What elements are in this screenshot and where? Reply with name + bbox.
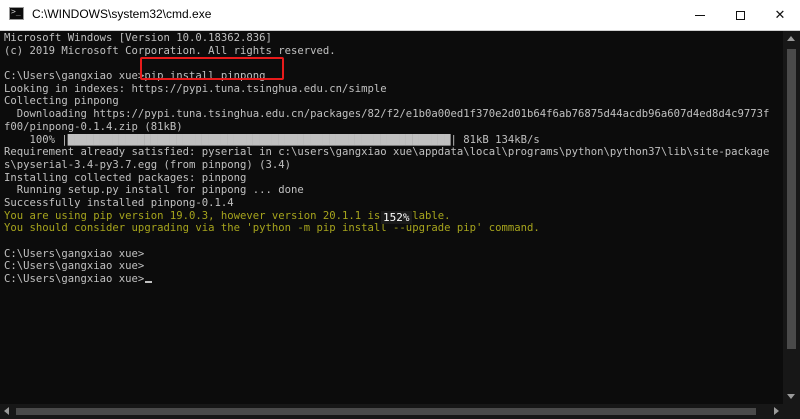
console-line: Successfully installed pinpong-0.1.4 [4,196,234,209]
console-line: Downloading https://pypi.tuna.tsinghua.e… [4,108,770,121]
prompt-line: C:\Users\gangxiao xue> [4,247,145,260]
console-line: Collecting pinpong [4,95,119,108]
maximize-button[interactable] [720,0,760,30]
text-cursor [145,281,153,284]
close-icon: ✕ [774,7,786,23]
scroll-down-icon[interactable] [787,394,795,399]
pip-warning-line: You should consider upgrading via the 'p… [4,222,540,235]
active-prompt-text: C:\Users\gangxiao xue> [4,273,145,286]
close-button[interactable]: ✕ [760,0,800,30]
console-line: Microsoft Windows [Version 10.0.18362.83… [4,32,272,44]
console-line: Requirement already satisfied: pyserial … [4,146,770,159]
console-line: s\pyserial-3.4-py3.7.egg (from pinpong) … [4,158,292,171]
minimize-icon [695,14,705,16]
horizontal-scroll-thumb[interactable] [16,408,756,415]
scroll-left-icon[interactable] [4,407,9,415]
horizontal-scrollbar[interactable] [0,404,783,419]
console-line: Installing collected packages: pinpong [4,171,247,184]
scroll-right-icon[interactable] [774,407,779,415]
maximize-icon [735,10,745,20]
command-line: C:\Users\gangxiao xue>pip install pinpon… [4,70,266,83]
vertical-scrollbar[interactable] [783,31,800,404]
cmd-window: C:\WINDOWS\system32\cmd.exe ✕ Microsoft … [0,0,800,419]
console-line: f00/pinpong-0.1.4.zip (81kB) [4,120,183,133]
active-prompt-line[interactable]: C:\Users\gangxiao xue> [4,273,778,286]
title-bar[interactable]: C:\WINDOWS\system32\cmd.exe ✕ [0,0,800,31]
vertical-scroll-thumb[interactable] [787,49,796,349]
console-line: (c) 2019 Microsoft Corporation. All righ… [4,44,336,57]
minimize-button[interactable] [680,0,720,30]
command-highlight-box [140,57,284,80]
prompt-line: C:\Users\gangxiao xue> [4,260,145,273]
download-progress-line: 100% |██████████████████████████████████… [4,133,540,146]
zoom-overlay: 152% [381,211,412,224]
scrollbar-corner [783,404,800,419]
cmd-app-icon [9,7,24,20]
console-line: Running setup.py install for pinpong ...… [4,184,304,197]
window-title: C:\WINDOWS\system32\cmd.exe [32,7,212,21]
console-line: Looking in indexes: https://pypi.tuna.ts… [4,82,387,95]
scroll-up-icon[interactable] [787,36,795,41]
